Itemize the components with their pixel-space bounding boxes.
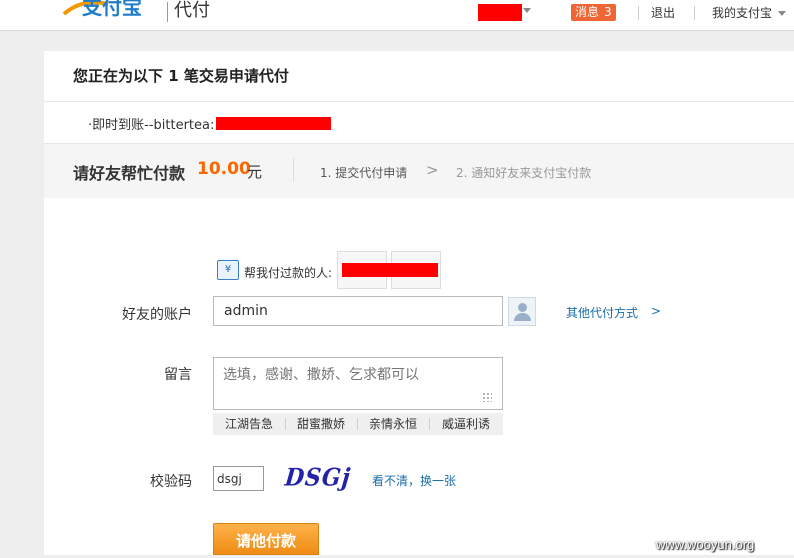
redacted-username[interactable] <box>478 4 522 21</box>
redacted-order-id <box>216 117 331 130</box>
yen-card-icon: ¥ <box>217 260 239 280</box>
quick-phrase-1[interactable]: 江湖告急 <box>213 413 285 435</box>
quick-phrase-4[interactable]: 威逼利诱 <box>429 413 503 435</box>
quick-phrase-bar: 江湖告急 甜蜜撒娇 亲情永恒 威逼利诱 <box>213 413 503 435</box>
captcha-image-text: DSGj <box>283 463 353 493</box>
step-1: 1. 提交代付申请 <box>320 166 408 180</box>
captcha-label: 校验码 <box>150 474 192 490</box>
captcha-refresh-link[interactable]: 看不清，换一张 <box>372 472 456 489</box>
request-header: 请好友帮忙付款 10.00 元 1. 提交代付申请 > 2. 通知好友来支付宝付… <box>44 143 794 199</box>
my-alipay-link[interactable]: 我的支付宝 <box>712 6 772 20</box>
chevron-down-icon[interactable] <box>523 8 531 13</box>
request-amount: 10.00 <box>197 159 251 179</box>
resize-handle-icon[interactable] <box>482 392 492 402</box>
step-arrow-icon: > <box>426 161 439 179</box>
divider <box>44 101 794 102</box>
chevron-right-icon[interactable]: > <box>651 304 661 318</box>
messages-count: 3 <box>604 5 612 19</box>
order-summary-panel: 您正在为以下 1 笔交易申请代付 ·即时到账--bittertea: <box>44 51 794 143</box>
alipay-logo[interactable]: 支付宝 <box>62 0 160 22</box>
other-methods-link[interactable]: 其他代付方式 <box>566 304 638 321</box>
watermark: www.wooyun.org <box>656 537 755 552</box>
friend-account-input[interactable] <box>213 296 503 326</box>
step-2: 2. 通知好友来支付宝付款 <box>456 166 592 180</box>
captcha-input[interactable] <box>213 466 264 491</box>
submit-pay-button[interactable]: 请他付款 <box>213 523 319 555</box>
quick-phrase-2[interactable]: 甜蜜撒娇 <box>285 413 357 435</box>
top-bar: 支付宝 代付 消息 3 退出 我的支付宝 <box>0 0 794 31</box>
chevron-down-icon[interactable] <box>778 11 786 16</box>
quick-phrase-3[interactable]: 亲情永恒 <box>357 413 429 435</box>
contact-icon <box>518 303 527 312</box>
logout-link[interactable]: 退出 <box>651 6 675 20</box>
messages-label: 消息 <box>575 5 600 19</box>
logo-separator <box>167 2 168 22</box>
divider <box>638 6 639 20</box>
order-item: ·即时到账--bittertea: <box>88 118 215 133</box>
message-label: 留言 <box>164 367 192 383</box>
redacted-payer-name <box>342 263 438 277</box>
divider <box>293 158 294 182</box>
account-label: 好友的账户 <box>122 307 192 323</box>
contacts-button[interactable] <box>508 297 536 326</box>
message-textarea[interactable] <box>213 357 503 410</box>
product-name: 代付 <box>174 0 210 21</box>
payment-form: ¥ 帮我付过款的人: 好友的账户 其他代付方式 > 留言 江湖告急 甜蜜撒娇 亲… <box>44 198 794 555</box>
divider <box>694 6 695 20</box>
captcha-image[interactable]: DSGj <box>268 463 368 493</box>
previous-payers-label: 帮我付过款的人: <box>244 266 333 280</box>
request-title: 请好友帮忙付款 <box>73 164 186 183</box>
currency-unit: 元 <box>247 163 263 181</box>
order-title: 您正在为以下 1 笔交易申请代付 <box>73 67 289 85</box>
messages-badge[interactable]: 消息 3 <box>571 4 616 21</box>
svg-text:支付宝: 支付宝 <box>82 0 142 19</box>
